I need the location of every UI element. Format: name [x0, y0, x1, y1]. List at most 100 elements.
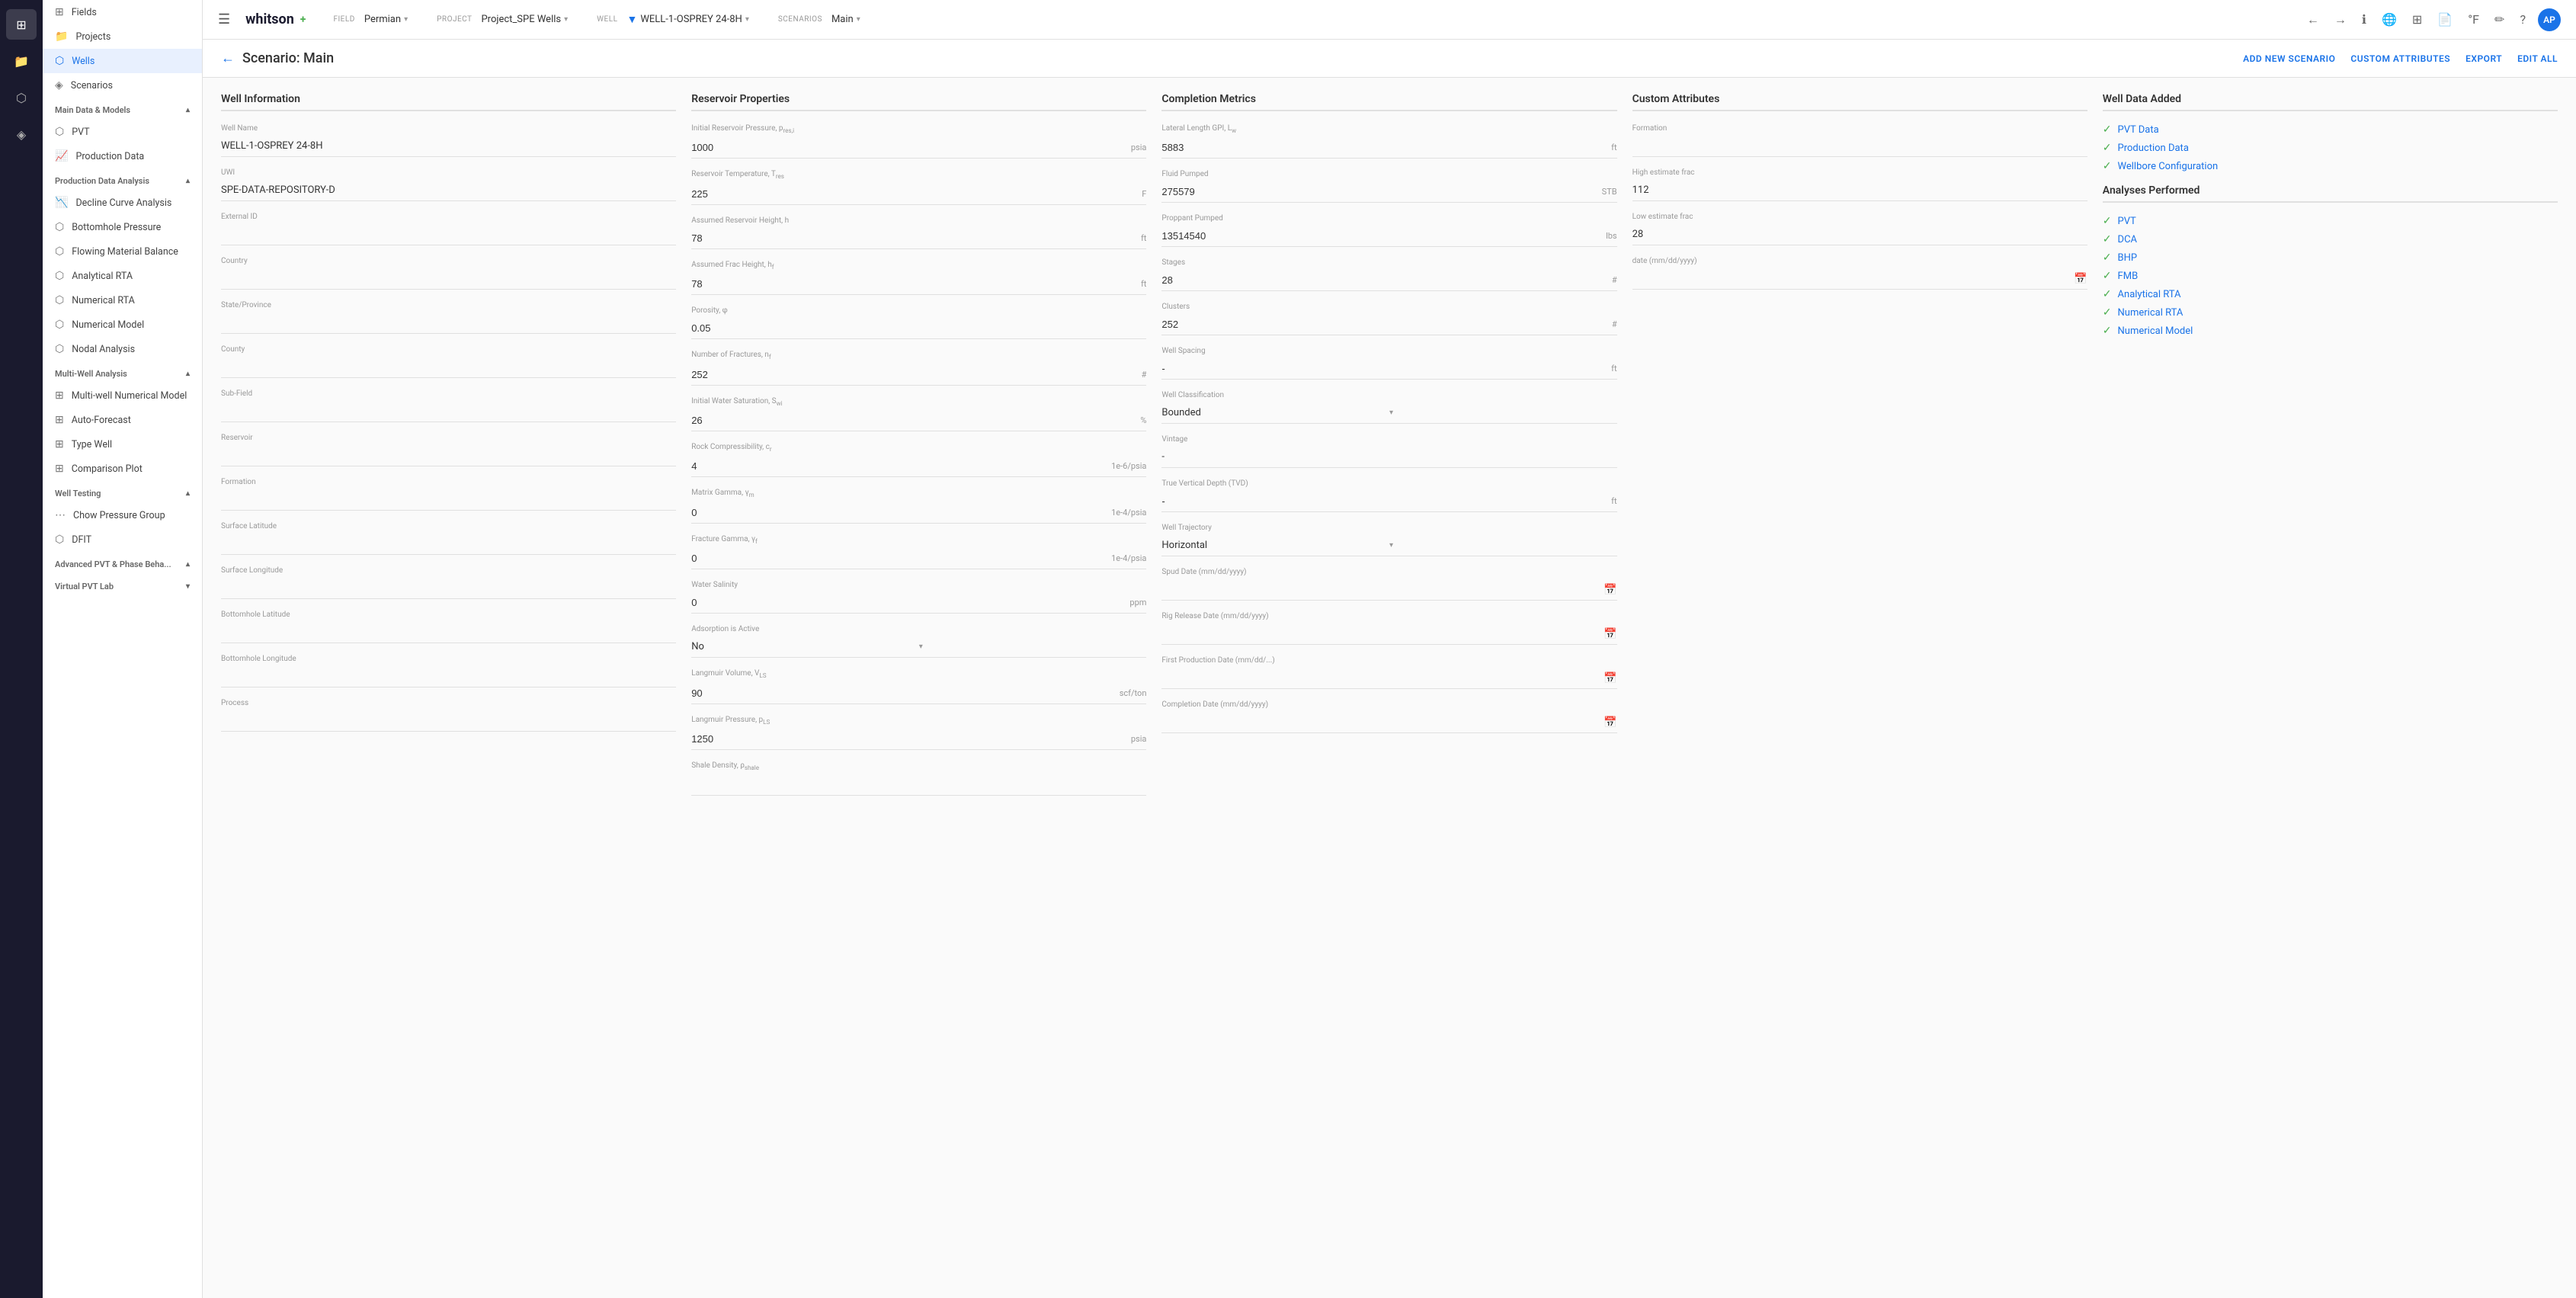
completion-calendar-icon[interactable]: 📅 — [1604, 716, 1616, 729]
adsorption-dropdown[interactable]: No ▾ — [691, 636, 1146, 658]
user-avatar[interactable]: AP — [2538, 8, 2561, 31]
trajectory-dropdown[interactable]: Horizontal ▾ — [1161, 535, 1616, 556]
comparison-icon: ⊞ — [55, 463, 64, 475]
lateral-length-input[interactable] — [1161, 140, 1607, 155]
custom-attributes-btn[interactable]: CUSTOM ATTRIBUTES — [2350, 53, 2450, 64]
globe-btn[interactable]: 🌐 — [2379, 9, 2400, 30]
fmb-link[interactable]: FMB — [2118, 271, 2139, 282]
sidebar-item-auto-forecast[interactable]: ⊞ Auto-Forecast — [43, 408, 202, 432]
sidebar-icon-projects[interactable]: 📁 — [6, 46, 37, 76]
rock-compress-input[interactable] — [691, 459, 1107, 473]
pvt-data-link[interactable]: PVT Data — [2118, 124, 2159, 136]
section-production-analysis[interactable]: Production Data Analysis ▴ — [43, 168, 202, 191]
scenario-selector[interactable]: Main ▾ — [827, 11, 865, 28]
back-button[interactable]: ← — [221, 50, 235, 66]
edit-all-btn[interactable]: EDIT ALL — [2517, 53, 2558, 64]
matrix-gamma-input[interactable] — [691, 505, 1107, 520]
production-data-link[interactable]: Production Data — [2118, 143, 2189, 154]
rig-date-input[interactable] — [1161, 627, 1604, 641]
sidebar-item-projects[interactable]: 📁 Projects — [43, 24, 202, 49]
sidebar-item-chow-pressure[interactable]: ⋯ Chow Pressure Group — [43, 503, 202, 527]
custom-date-input[interactable] — [1632, 271, 2075, 286]
project-selector[interactable]: Project_SPE Wells ▾ — [476, 11, 572, 28]
sidebar-item-bottomhole[interactable]: ⬡ Bottomhole Pressure — [43, 215, 202, 239]
sidebar-item-decline-curve[interactable]: 📉 Decline Curve Analysis — [43, 191, 202, 215]
water-salinity-input[interactable] — [691, 595, 1125, 610]
sidebar-item-flowing-mb[interactable]: ⬡ Flowing Material Balance — [43, 239, 202, 264]
res-height-input[interactable] — [691, 231, 1136, 245]
export-btn[interactable]: EXPORT — [2465, 53, 2502, 64]
pvt-analysis-link[interactable]: PVT — [2118, 216, 2136, 227]
completion-date: Completion Date (mm/dd/yyyy) 📅 — [1161, 700, 1616, 733]
wellbore-link[interactable]: Wellbore Configuration — [2118, 161, 2219, 172]
dca-link[interactable]: DCA — [2118, 234, 2137, 245]
sidebar-item-fields[interactable]: ⊞ Fields — [43, 0, 202, 24]
section-virtual-pvt[interactable]: Virtual PVT Lab ▾ — [43, 574, 202, 596]
tvd-input[interactable] — [1161, 494, 1607, 508]
info-btn[interactable]: ℹ — [2359, 9, 2369, 30]
sidebar-item-numerical-rta[interactable]: ⬡ Numerical RTA — [43, 288, 202, 312]
first-prod-input[interactable] — [1161, 671, 1604, 685]
field-selector[interactable]: Permian ▾ — [360, 11, 412, 28]
sidebar-item-multi-well-num[interactable]: ⊞ Multi-well Numerical Model — [43, 383, 202, 408]
spud-date-input[interactable] — [1161, 582, 1604, 597]
analyses-section: Analyses Performed ✓ PVT ✓ DCA ✓ BHP ✓ — [2103, 184, 2558, 337]
rig-calendar-icon[interactable]: 📅 — [1604, 628, 1616, 640]
section-well-testing[interactable]: Well Testing ▴ — [43, 481, 202, 503]
help-btn[interactable]: ? — [2517, 9, 2529, 30]
sidebar-item-pvt[interactable]: ⬡ PVT — [43, 120, 202, 144]
nav-fwd-btn[interactable]: → — [2331, 9, 2350, 30]
numerical-model-link[interactable]: Numerical Model — [2118, 325, 2193, 337]
sidebar-item-comparison-plot[interactable]: ⊞ Comparison Plot — [43, 457, 202, 481]
sidebar-item-wells[interactable]: ⬡ Wells — [43, 49, 202, 73]
doc-btn[interactable]: 📄 — [2434, 9, 2456, 30]
section-advanced-pvt[interactable]: Advanced PVT & Phase Beha... ▴ — [43, 552, 202, 574]
sidebar-item-type-well[interactable]: ⊞ Type Well — [43, 432, 202, 457]
sidebar-item-numerical-model[interactable]: ⬡ Numerical Model — [43, 312, 202, 337]
spud-calendar-icon[interactable]: 📅 — [1604, 584, 1616, 596]
section-main-data[interactable]: Main Data & Models ▴ — [43, 98, 202, 120]
res-temp-input[interactable] — [691, 187, 1137, 201]
sidebar-item-nodal[interactable]: ⬡ Nodal Analysis — [43, 337, 202, 361]
well-spacing-input[interactable] — [1161, 361, 1607, 376]
custom-date-calendar[interactable]: 📅 — [2074, 273, 2087, 285]
langmuir-pres-input[interactable] — [691, 732, 1126, 746]
init-pres-input[interactable] — [691, 140, 1126, 155]
frac-height-input[interactable] — [691, 277, 1136, 291]
porosity-input[interactable] — [691, 321, 1146, 335]
field-breadcrumb: Field Permian ▾ — [333, 11, 412, 28]
numerical-rta-link[interactable]: Numerical RTA — [2118, 307, 2184, 319]
sidebar-item-dfit[interactable]: ⬡ DFIT — [43, 527, 202, 552]
shale-density-input[interactable] — [691, 777, 1146, 792]
rock-compress: Rock Compressibility, cr 1e-6/psia — [691, 442, 1146, 477]
well-selector[interactable]: ▼ WELL-1-OSPREY 24-8H ▾ — [622, 10, 753, 29]
analytical-rta-link[interactable]: Analytical RTA — [2118, 289, 2181, 300]
frac-gamma-input[interactable] — [691, 551, 1107, 566]
langmuir-vol-input[interactable] — [691, 686, 1115, 700]
clusters-input[interactable] — [1161, 317, 1607, 332]
reservoir-field: Reservoir — [221, 433, 676, 466]
nav-back-btn[interactable]: ← — [2304, 9, 2322, 30]
first-prod-calendar-icon[interactable]: 📅 — [1604, 672, 1616, 684]
sidebar-item-production-data[interactable]: 📈 Production Data — [43, 144, 202, 168]
sidebar-icon-scenarios[interactable]: ◈ — [6, 119, 37, 149]
grid-btn[interactable]: ⊞ — [2409, 9, 2425, 30]
section-multi-well[interactable]: Multi-Well Analysis ▴ — [43, 361, 202, 383]
num-frac-input[interactable] — [691, 367, 1136, 382]
fluid-pumped-input[interactable] — [1161, 184, 1597, 199]
chevron-virtual: ▾ — [186, 582, 190, 591]
temp-btn[interactable]: °F — [2465, 9, 2482, 30]
add-scenario-btn[interactable]: ADD NEW SCENARIO — [2243, 53, 2335, 64]
hamburger-btn[interactable]: ☰ — [218, 11, 230, 27]
sidebar-item-analytical-rta[interactable]: ⬡ Analytical RTA — [43, 264, 202, 288]
stages-input[interactable] — [1161, 273, 1607, 287]
completion-date-input[interactable] — [1161, 715, 1604, 729]
sidebar-item-scenarios[interactable]: ◈ Scenarios — [43, 73, 202, 98]
bhp-link[interactable]: BHP — [2118, 252, 2138, 264]
proppant-input[interactable] — [1161, 229, 1601, 243]
water-sat-input[interactable] — [691, 413, 1136, 428]
pencil-btn[interactable]: ✏ — [2491, 9, 2507, 30]
well-class-dropdown[interactable]: Bounded ▾ — [1161, 402, 1616, 424]
sidebar-icon-wells[interactable]: ⬡ — [6, 82, 37, 113]
sidebar-icon-fields[interactable]: ⊞ — [6, 9, 37, 40]
